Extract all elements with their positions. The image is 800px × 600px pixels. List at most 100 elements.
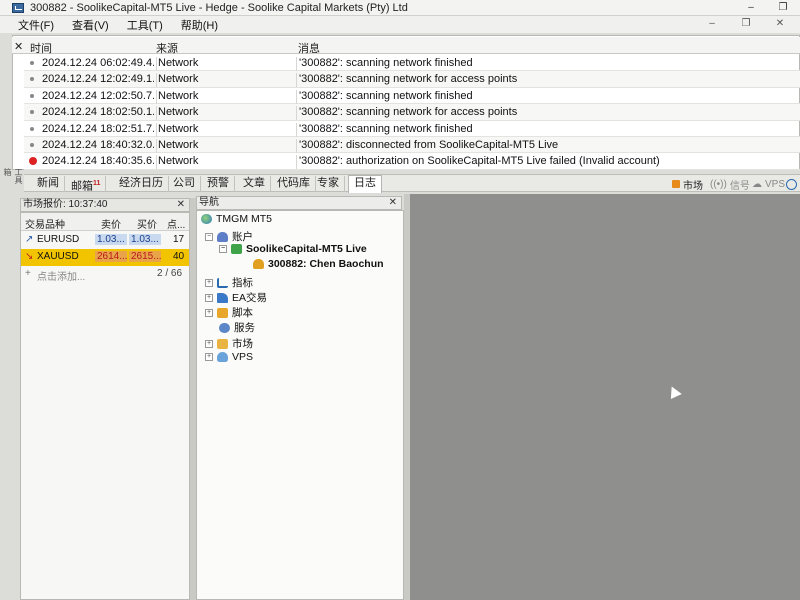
col-spread[interactable]: 点... <box>167 216 185 231</box>
add-symbol-icon[interactable]: + <box>25 268 31 279</box>
restore-icon[interactable]: ❐ <box>776 1 790 14</box>
market-bag-icon <box>217 338 228 349</box>
nav-server-label: SoolikeCapital-MT5 Live <box>246 243 367 255</box>
col-source[interactable]: 来源 <box>156 40 178 56</box>
log-source: Network <box>156 57 296 71</box>
spread-value: 40 <box>173 251 185 262</box>
script-icon <box>217 307 228 318</box>
nav-vps[interactable]: + VPS <box>205 351 253 363</box>
market-watch-columns: 交易品种 卖价 买价 点... <box>21 213 189 231</box>
tab-articles[interactable]: 文章 <box>238 176 271 192</box>
menu-tools[interactable]: 工具(T) <box>127 17 163 33</box>
symbol-row-eurusd[interactable]: ↗ EURUSD 1.03... 1.03... 17 <box>21 232 189 249</box>
expert-advisor-icon <box>217 292 228 303</box>
nav-indicators[interactable]: + 指标 <box>205 275 253 290</box>
nav-expert-advisors[interactable]: + EA交易 <box>205 290 267 305</box>
chart-workspace[interactable] <box>410 194 800 600</box>
tab-alerts[interactable]: 预警 <box>202 176 235 192</box>
info-dot-icon <box>30 142 34 147</box>
navigator-close-icon[interactable]: ✕ <box>389 197 397 209</box>
log-time: 2024.12.24 12:02:50.7... <box>42 89 154 102</box>
log-time: 2024.12.24 18:02:50.1... <box>42 106 154 119</box>
menu-help[interactable]: 帮助(H) <box>181 17 218 33</box>
status-vps[interactable]: ☁ VPS <box>752 176 785 192</box>
toolbox-close-icon[interactable]: ✕ <box>14 40 23 53</box>
ask-price: 1.03... <box>129 234 161 245</box>
add-symbol-link[interactable]: 点击添加... <box>37 268 85 283</box>
journal-row[interactable]: 2024.12.24 18:40:35.6... Network '300882… <box>24 153 800 170</box>
symbol-row-xauusd[interactable]: ↘ XAUUSD 2614... 2615... 40 <box>21 249 189 266</box>
panel-splitter[interactable] <box>190 198 196 600</box>
collapse-icon[interactable]: − <box>219 245 227 253</box>
log-message: '300882': disconnected from SoolikeCapit… <box>296 138 558 153</box>
log-message: '300882': scanning network finished <box>296 57 473 71</box>
services-gear-icon <box>219 322 230 333</box>
journal-row[interactable]: 2024.12.24 18:40:32.0... Network '300882… <box>24 136 800 154</box>
log-time: 2024.12.24 06:02:49.4... <box>42 57 154 69</box>
col-symbol[interactable]: 交易品种 <box>25 216 65 231</box>
mdi-minimize-icon[interactable]: – <box>706 18 718 30</box>
status-help[interactable] <box>786 176 797 192</box>
toolbox-tabs: 新闻 邮箱11 经济日历 公司 预警 文章 代码库 专家 日志 市场 ((•))… <box>24 174 800 193</box>
expand-icon[interactable]: + <box>205 353 213 361</box>
server-icon <box>231 244 242 254</box>
journal-row[interactable]: 2024.12.24 06:02:49.4... Network '300882… <box>24 55 800 72</box>
log-time: 2024.12.24 18:40:32.0... <box>42 138 154 151</box>
journal-row[interactable]: 2024.12.24 18:02:50.1... Network '300882… <box>24 104 800 121</box>
mdi-restore-icon[interactable]: ❐ <box>740 18 752 30</box>
journal-row[interactable]: 2024.12.24 12:02:50.7... Network '300882… <box>24 88 800 105</box>
mail-count-badge: 11 <box>93 180 101 187</box>
nav-services[interactable]: 服务 <box>219 320 255 335</box>
error-dot-icon <box>29 157 37 166</box>
info-dot-icon <box>30 61 34 65</box>
market-watch-footer: + 点击添加... 2 / 66 <box>21 266 189 283</box>
status-signals[interactable]: ((•)) 信号 <box>710 176 750 192</box>
log-time: 2024.12.24 18:02:51.7... <box>42 122 154 135</box>
journal-row[interactable]: 2024.12.24 12:02:49.1... Network '300882… <box>24 71 800 88</box>
collapse-icon[interactable]: − <box>205 232 213 241</box>
market-watch-close-icon[interactable]: ✕ <box>177 199 185 211</box>
nav-root[interactable]: TMGM MT5 <box>201 213 272 225</box>
col-ask[interactable]: 买价 <box>137 216 157 231</box>
log-message: '300882': authorization on SoolikeCapita… <box>296 155 660 170</box>
col-bid[interactable]: 卖价 <box>101 216 121 231</box>
col-time[interactable]: 时间 <box>30 40 52 56</box>
tab-codebase[interactable]: 代码库 <box>272 176 316 192</box>
nav-accounts[interactable]: − 账户 <box>205 229 253 244</box>
vps-cloud-icon <box>217 352 228 362</box>
nav-account[interactable]: 300882: Chen Baochun <box>253 258 384 270</box>
expand-icon[interactable]: + <box>205 293 213 302</box>
toolbox-side-label: 工具箱 <box>3 168 23 184</box>
mdi-close-icon[interactable]: ✕ <box>774 18 786 30</box>
tab-company[interactable]: 公司 <box>168 176 201 192</box>
tab-experts[interactable]: 专家 <box>312 176 345 192</box>
menu-file[interactable]: 文件(F) <box>18 17 54 33</box>
journal-row[interactable]: 2024.12.24 18:02:51.7... Network '300882… <box>24 121 800 137</box>
log-source: Network <box>156 122 296 137</box>
expand-icon[interactable]: + <box>205 308 213 317</box>
globe-icon <box>201 214 212 224</box>
tab-journal[interactable]: 日志 <box>348 175 382 193</box>
status-market[interactable]: 市场 <box>672 176 703 192</box>
bid-price: 2614... <box>95 251 127 262</box>
nav-server[interactable]: − SoolikeCapital-MT5 Live <box>219 243 367 255</box>
menu-bar: 文件(F) 查看(V) 工具(T) 帮助(H) – ❐ ✕ <box>0 16 800 33</box>
nav-scripts[interactable]: + 脚本 <box>205 305 253 320</box>
tab-mailbox[interactable]: 邮箱11 <box>66 176 107 193</box>
tab-news[interactable]: 新闻 <box>32 176 65 192</box>
symbol-name: XAUUSD <box>37 251 79 262</box>
nav-market[interactable]: + 市场 <box>205 336 253 351</box>
menu-view[interactable]: 查看(V) <box>72 17 109 33</box>
log-source: Network <box>156 89 296 104</box>
log-time: 2024.12.24 18:40:35.6... <box>42 155 154 168</box>
symbol-name: EURUSD <box>37 234 80 245</box>
log-source: Network <box>156 106 296 121</box>
col-message[interactable]: 消息 <box>298 40 320 56</box>
log-source: Network <box>156 138 296 153</box>
tab-economic-calendar[interactable]: 经济日历 <box>114 176 169 192</box>
minimize-icon[interactable]: – <box>744 1 758 14</box>
mdi-controls: – ❐ ✕ <box>706 18 786 30</box>
expand-icon[interactable]: + <box>205 278 213 287</box>
info-dot-icon <box>30 110 34 115</box>
expand-icon[interactable]: + <box>205 339 213 348</box>
